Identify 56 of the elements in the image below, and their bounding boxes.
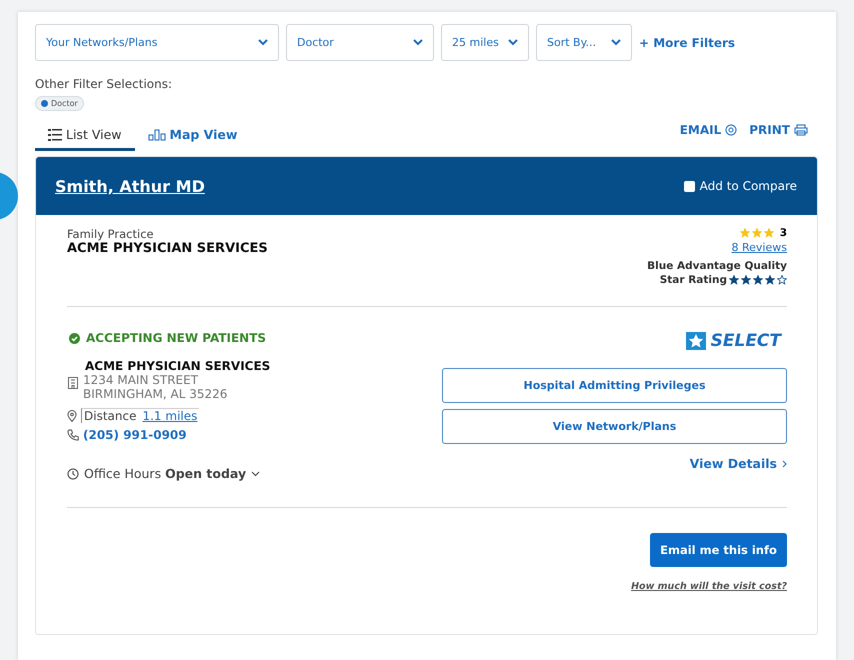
email-link[interactable]: EMAIL <box>680 123 738 137</box>
star-outline-icon <box>777 275 787 285</box>
star-icon <box>752 228 762 238</box>
star-icon <box>741 275 751 285</box>
street-text: 1234 MAIN STREET <box>83 373 200 387</box>
chevron-down-icon <box>413 39 423 46</box>
email-info-button[interactable]: Email me this info <box>650 533 787 567</box>
filter-dropdown[interactable]: Your Networks/Plans <box>35 24 279 61</box>
outline-button[interactable]: Hospital Admitting Privileges <box>442 368 787 403</box>
star-badge-icon <box>686 332 706 350</box>
print-link[interactable]: PRINT <box>749 123 808 137</box>
visit-cost-link[interactable]: How much will the visit cost? <box>631 581 787 592</box>
compare-label: Add to Compare <box>700 179 797 193</box>
list-icon <box>48 128 62 140</box>
quality-label: Star Rating <box>660 274 727 286</box>
office-hours-text: Office Hours Open today <box>84 466 246 481</box>
view-tab[interactable]: Map View <box>134 121 250 151</box>
accepting-status: ACCEPTING NEW PATIENTS <box>86 331 266 345</box>
location-name: ACME PHYSICIAN SERVICES <box>85 359 270 373</box>
filter-dropdown[interactable]: Sort By... <box>536 24 632 61</box>
star-icon <box>740 228 750 238</box>
city-text: BIRMINGHAM, AL 35226 <box>83 387 228 401</box>
filter-chip[interactable]: Doctor <box>35 96 84 111</box>
view-tab[interactable]: List View <box>35 121 134 151</box>
phone-icon <box>67 429 79 441</box>
chevron-down-icon <box>508 39 518 46</box>
other-filters-label: Other Filter Selections: <box>35 77 174 91</box>
chevron-down-icon <box>258 39 268 46</box>
chevron-down-icon[interactable] <box>251 470 260 476</box>
star-icon <box>764 228 774 238</box>
reviews-link[interactable]: 8 Reviews <box>732 241 787 254</box>
distance-label: Distance <box>84 409 136 423</box>
distance-link[interactable]: 1.1 miles <box>142 409 198 423</box>
quality-label: Blue Advantage Quality <box>647 260 787 272</box>
filter-dropdown[interactable]: Doctor <box>286 24 434 61</box>
chevron-right-icon <box>782 460 787 468</box>
star-icon <box>729 275 739 285</box>
check-circle-icon <box>69 332 80 344</box>
group-name: ACME PHYSICIAN SERVICES <box>67 241 268 256</box>
building-icon <box>67 376 79 389</box>
location-pin-icon <box>67 410 77 422</box>
printer-icon <box>794 124 808 136</box>
star-icon <box>765 275 775 285</box>
view-details-link[interactable]: View Details <box>690 456 787 471</box>
outline-button[interactable]: View Network/Plans <box>442 409 787 444</box>
filter-dropdown[interactable]: 25 miles <box>441 24 529 61</box>
star-icon <box>753 275 763 285</box>
more-filters-link[interactable]: + More Filters <box>639 36 736 50</box>
select-badge-text: SELECT <box>710 331 781 351</box>
phone-link[interactable]: (205) 991-0909 <box>83 428 187 442</box>
rating-value: 3 <box>778 227 787 239</box>
clock-icon <box>67 468 79 480</box>
provider-name-link[interactable]: Smith, Athur MD <box>55 176 205 196</box>
chevron-down-icon <box>611 39 621 46</box>
specialty-text: Family Practice <box>67 227 155 241</box>
compare-checkbox[interactable] <box>684 180 695 192</box>
